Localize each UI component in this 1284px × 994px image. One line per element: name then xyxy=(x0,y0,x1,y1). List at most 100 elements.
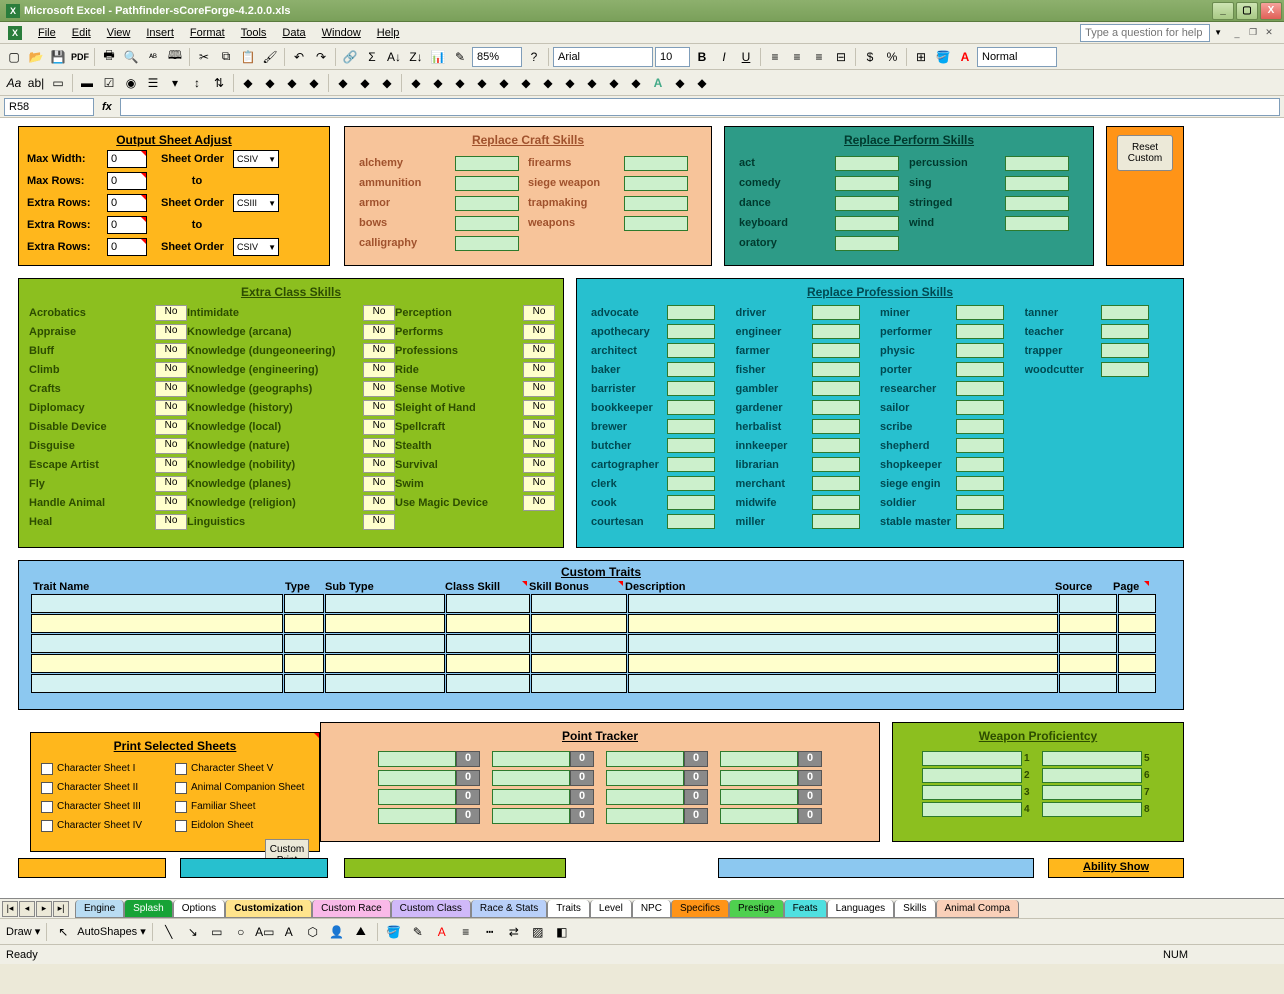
line-icon[interactable]: ╲ xyxy=(159,922,179,942)
menu-insert[interactable]: Insert xyxy=(138,25,182,41)
spinner-icon[interactable]: ⇅ xyxy=(209,73,229,93)
sheet-tab-level[interactable]: Level xyxy=(590,900,632,918)
tool-icon[interactable]: ◆ xyxy=(582,73,602,93)
class-skill-toggle[interactable]: No xyxy=(155,514,187,530)
sheet-tab-languages[interactable]: Languages xyxy=(827,900,895,918)
tracker-input[interactable] xyxy=(492,789,570,805)
fontsize-select[interactable] xyxy=(655,47,690,67)
profession-input[interactable] xyxy=(812,362,860,377)
class-skill-toggle[interactable]: No xyxy=(523,419,555,435)
sheet-tab-options[interactable]: Options xyxy=(173,900,225,918)
skill-input[interactable] xyxy=(455,236,519,251)
tool-icon[interactable]: ◆ xyxy=(282,73,302,93)
borders-icon[interactable]: ⊞ xyxy=(911,47,931,67)
dropdown-icon[interactable]: ▼ xyxy=(1214,28,1222,37)
class-skill-toggle[interactable]: No xyxy=(363,324,395,340)
profession-input[interactable] xyxy=(956,476,1004,491)
tool-icon[interactable]: ◆ xyxy=(428,73,448,93)
profession-input[interactable] xyxy=(812,381,860,396)
doc-restore[interactable]: ❐ xyxy=(1246,26,1260,40)
skill-input[interactable] xyxy=(1005,216,1069,231)
profession-input[interactable] xyxy=(667,324,715,339)
autosum-icon[interactable]: Σ xyxy=(362,47,382,67)
tool-icon[interactable]: ◆ xyxy=(238,73,258,93)
class-skill-toggle[interactable]: No xyxy=(363,343,395,359)
format-painter-icon[interactable]: 🖌 xyxy=(260,47,280,67)
skill-input[interactable] xyxy=(835,216,899,231)
profession-input[interactable] xyxy=(812,495,860,510)
italic-icon[interactable]: I xyxy=(714,47,734,67)
class-skill-toggle[interactable]: No xyxy=(363,476,395,492)
profession-input[interactable] xyxy=(667,495,715,510)
sheet-tab-engine[interactable]: Engine xyxy=(75,900,124,918)
weapon-input[interactable] xyxy=(1042,751,1142,766)
profession-input[interactable] xyxy=(667,457,715,472)
sheet-tab-feats[interactable]: Feats xyxy=(784,900,827,918)
skill-input[interactable] xyxy=(1005,196,1069,211)
profession-input[interactable] xyxy=(956,419,1004,434)
sort-desc-icon[interactable]: Z↓ xyxy=(406,47,426,67)
tool-icon[interactable]: ◆ xyxy=(626,73,646,93)
profession-input[interactable] xyxy=(812,457,860,472)
tracker-input[interactable] xyxy=(492,808,570,824)
class-skill-toggle[interactable]: No xyxy=(155,438,187,454)
profession-input[interactable] xyxy=(667,362,715,377)
value-spinner[interactable]: 0 xyxy=(107,150,147,168)
profession-input[interactable] xyxy=(956,324,1004,339)
sheet-tab-custom-class[interactable]: Custom Class xyxy=(391,900,471,918)
redo-icon[interactable]: ↷ xyxy=(311,47,331,67)
name-box[interactable]: R58 xyxy=(4,98,94,116)
menu-edit[interactable]: Edit xyxy=(64,25,99,41)
new-icon[interactable]: ▢ xyxy=(4,47,24,67)
class-skill-toggle[interactable]: No xyxy=(363,305,395,321)
tool-icon[interactable]: ◆ xyxy=(670,73,690,93)
profession-input[interactable] xyxy=(667,438,715,453)
wordart-icon[interactable]: A xyxy=(648,73,668,93)
tracker-input[interactable] xyxy=(606,789,684,805)
tracker-input[interactable] xyxy=(720,808,798,824)
profession-input[interactable] xyxy=(956,343,1004,358)
weapon-input[interactable] xyxy=(1042,802,1142,817)
skill-input[interactable] xyxy=(1005,156,1069,171)
class-skill-toggle[interactable]: No xyxy=(155,457,187,473)
tab-prev-icon[interactable]: ◂ xyxy=(19,901,35,917)
menu-view[interactable]: View xyxy=(99,25,139,41)
profession-input[interactable] xyxy=(956,305,1004,320)
class-skill-toggle[interactable]: No xyxy=(523,438,555,454)
tracker-input[interactable] xyxy=(492,770,570,786)
chart-icon[interactable]: 📊 xyxy=(428,47,448,67)
weapon-input[interactable] xyxy=(922,751,1022,766)
profession-input[interactable] xyxy=(956,457,1004,472)
copy-icon[interactable]: ⧉ xyxy=(216,47,236,67)
shadow-icon[interactable]: ▨ xyxy=(528,922,548,942)
question-help-input[interactable] xyxy=(1080,24,1210,42)
merge-icon[interactable]: ⊟ xyxy=(831,47,851,67)
tab-first-icon[interactable]: |◂ xyxy=(2,901,18,917)
oval-icon[interactable]: ○ xyxy=(231,922,251,942)
profession-input[interactable] xyxy=(956,400,1004,415)
bold-icon[interactable]: B xyxy=(692,47,712,67)
sheet-checkbox[interactable] xyxy=(41,763,53,775)
tool-icon[interactable]: ◆ xyxy=(692,73,712,93)
tool-icon[interactable]: ◆ xyxy=(494,73,514,93)
class-skill-toggle[interactable]: No xyxy=(363,514,395,530)
profession-input[interactable] xyxy=(956,438,1004,453)
option-icon[interactable]: ◉ xyxy=(121,73,141,93)
diagram-icon[interactable]: ⬡ xyxy=(303,922,323,942)
profession-input[interactable] xyxy=(1101,343,1149,358)
class-skill-toggle[interactable]: No xyxy=(363,400,395,416)
class-skill-toggle[interactable]: No xyxy=(523,476,555,492)
weapon-input[interactable] xyxy=(1042,768,1142,783)
skill-input[interactable] xyxy=(455,176,519,191)
class-skill-toggle[interactable]: No xyxy=(363,457,395,473)
skill-input[interactable] xyxy=(835,236,899,251)
draw-menu[interactable]: Draw ▾ xyxy=(6,925,40,938)
close-button[interactable]: X xyxy=(1260,2,1282,20)
tab-next-icon[interactable]: ▸ xyxy=(36,901,52,917)
3d-icon[interactable]: ◧ xyxy=(552,922,572,942)
tool-icon[interactable]: ◆ xyxy=(450,73,470,93)
tool-icon[interactable]: ◆ xyxy=(333,73,353,93)
tool-icon[interactable]: ◆ xyxy=(377,73,397,93)
skill-input[interactable] xyxy=(624,156,688,171)
profession-input[interactable] xyxy=(1101,305,1149,320)
